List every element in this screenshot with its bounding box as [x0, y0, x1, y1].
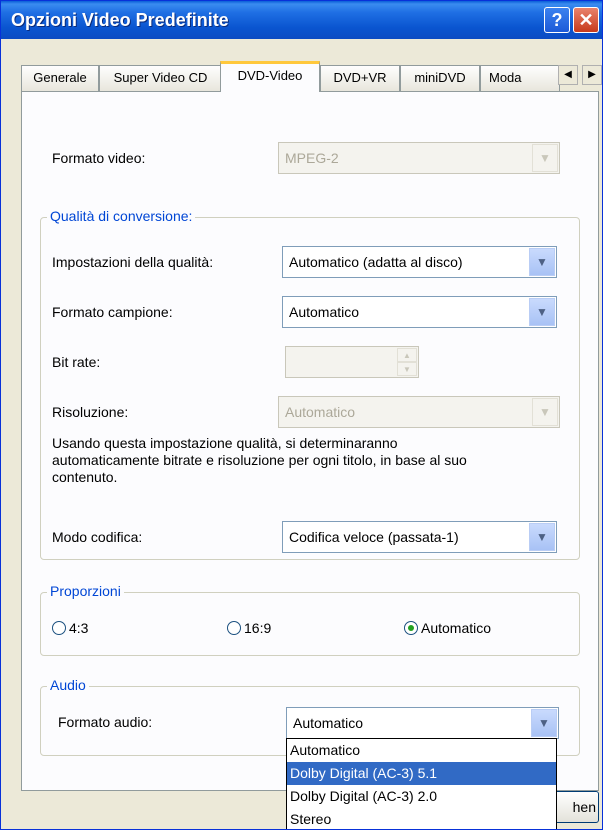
encode-mode-select[interactable]: Codifica veloce (passata-1) ▼ — [282, 521, 557, 553]
audio-format-dropdown-list: Automatico Dolby Digital (AC-3) 5.1 Dolb… — [286, 738, 557, 829]
dropdown-option-dolby-5-1[interactable]: Dolby Digital (AC-3) 5.1 — [287, 762, 556, 785]
video-format-select: MPEG-2 ▼ — [278, 142, 560, 174]
radio-automatico[interactable]: Automatico — [404, 620, 491, 636]
chevron-down-icon[interactable]: ▼ — [529, 248, 555, 276]
dialog-window: Opzioni Video Predefinite ? ✕ Generale S… — [0, 0, 603, 830]
audio-format-select[interactable]: Automatico ▼ — [286, 707, 559, 739]
quality-settings-value: Automatico (adatta al disco) — [289, 254, 463, 270]
close-button[interactable]: ✕ — [573, 7, 599, 33]
window-title: Opzioni Video Predefinite — [11, 10, 229, 30]
tab-strip: Generale Super Video CD DVD-Video DVD+VR… — [21, 61, 602, 92]
spin-arrows-icon: ▲ ▼ — [397, 348, 417, 376]
bitrate-label: Bit rate: — [52, 354, 101, 370]
sample-format-select[interactable]: Automatico ▼ — [282, 296, 557, 328]
dvd-video-panel: Formato video: MPEG-2 ▼ Qualità di conve… — [21, 91, 599, 791]
title-bar[interactable]: Opzioni Video Predefinite ? ✕ — [1, 1, 602, 39]
video-format-value: MPEG-2 — [285, 150, 339, 166]
chevron-down-icon: ▼ — [532, 144, 558, 172]
sample-format-value: Automatico — [289, 304, 360, 320]
help-icon: ? — [551, 9, 563, 30]
dropdown-option-automatico[interactable]: Automatico — [287, 739, 556, 762]
close-icon: ✕ — [578, 9, 594, 30]
tab-dvd-vr[interactable]: DVD+VR — [320, 65, 400, 91]
proportions-group-title: Proporzioni — [47, 583, 124, 599]
audio-format-label: Formato audio: — [58, 714, 153, 730]
scroll-right-icon[interactable]: ▶ — [582, 65, 602, 85]
chevron-down-icon[interactable]: ▼ — [529, 523, 555, 551]
resolution-label: Risoluzione: — [52, 404, 129, 420]
tab-generale[interactable]: Generale — [21, 65, 99, 91]
radio-16-9[interactable]: 16:9 — [227, 620, 271, 636]
quality-group-title: Qualità di conversione: — [47, 208, 196, 224]
chevron-down-icon: ▼ — [532, 398, 558, 426]
quality-settings-label: Impostazioni della qualità: — [52, 254, 214, 270]
tab-moda[interactable]: Moda — [480, 65, 560, 91]
resolution-value: Automatico — [285, 404, 356, 420]
audio-group-title: Audio — [47, 677, 89, 693]
audio-format-value: Automatico — [293, 715, 364, 731]
encode-mode-label: Modo codifica: — [52, 529, 143, 545]
video-format-label: Formato video: — [52, 150, 146, 166]
dropdown-option-stereo[interactable]: Stereo — [287, 808, 556, 829]
quality-settings-select[interactable]: Automatico (adatta al disco) ▼ — [282, 246, 557, 278]
chevron-down-icon[interactable]: ▼ — [529, 298, 555, 326]
radio-icon[interactable] — [404, 621, 418, 635]
radio-icon[interactable] — [227, 621, 241, 635]
bitrate-spinner: ▲ ▼ — [285, 346, 419, 378]
tab-dvd-video[interactable]: DVD-Video — [220, 61, 320, 92]
proportions-group: Proporzioni — [40, 583, 580, 656]
quality-note: Usando questa impostazione qualità, si d… — [52, 435, 467, 485]
tab-super-video-cd[interactable]: Super Video CD — [99, 65, 222, 91]
resolution-select: Automatico ▼ — [278, 396, 560, 428]
radio-icon[interactable] — [52, 621, 66, 635]
tab-minidvd[interactable]: miniDVD — [400, 65, 480, 91]
sample-format-label: Formato campione: — [52, 304, 173, 320]
chevron-down-icon[interactable]: ▼ — [531, 709, 557, 737]
encode-mode-value: Codifica veloce (passata-1) — [289, 529, 459, 545]
radio-4-3[interactable]: 4:3 — [52, 620, 88, 636]
dropdown-option-dolby-2-0[interactable]: Dolby Digital (AC-3) 2.0 — [287, 785, 556, 808]
help-button[interactable]: ? — [544, 7, 570, 33]
scroll-left-icon[interactable]: ◀ — [558, 65, 578, 85]
tab-scroll-buttons: ◀ ▶ — [558, 65, 602, 87]
